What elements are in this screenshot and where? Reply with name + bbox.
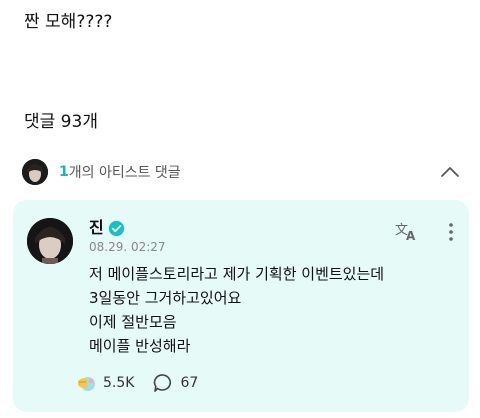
artist-name[interactable]: 진 — [89, 218, 104, 238]
translate-icon[interactable]: 文 A — [395, 220, 419, 242]
svg-text:A: A — [406, 229, 416, 242]
reply-count: 67 — [180, 375, 199, 391]
artist-comments-label: 1 개의 아티스트 댓글 — [59, 162, 181, 182]
chevron-up-icon[interactable] — [438, 160, 462, 184]
comment-actions: 5.5K 67 — [75, 372, 216, 394]
verified-badge-icon — [108, 220, 124, 236]
comment-line: 메이플 반성해라 — [89, 337, 191, 355]
comment-line: 3일동안 그거하고있어요 — [89, 289, 242, 307]
like-reaction-icon — [78, 377, 95, 391]
comment-line: 이제 절반모음 — [89, 313, 177, 331]
comment-line: 저 메이플스토리라고 제가 기획한 이벤트있는데 — [89, 265, 385, 283]
comment-timestamp: 08.29. 02:27 — [89, 240, 166, 254]
more-vertical-icon[interactable] — [447, 222, 455, 242]
like-count: 5.5K — [103, 375, 135, 391]
artist-comment-card: 진 08.29. 02:27 文 A 저 메이플스토리라고 제가 기획한 이벤트… — [13, 200, 469, 412]
like-button[interactable]: 5.5K — [75, 372, 134, 394]
section-divider — [0, 74, 480, 86]
post-text: 짠 모해???? — [24, 12, 113, 32]
artist-comments-toggle[interactable]: 1 개의 아티스트 댓글 — [22, 158, 462, 186]
reply-bubble-icon — [154, 374, 172, 392]
artist-comments-count: 1 — [59, 164, 69, 180]
comment-body: 저 메이플스토리라고 제가 기획한 이벤트있는데 3일동안 그거하고있어요 이제… — [89, 262, 384, 358]
artist-comments-text: 개의 아티스트 댓글 — [68, 165, 181, 181]
artist-mini-avatar — [22, 159, 48, 185]
comments-count-header: 댓글 93개 — [24, 112, 98, 132]
artist-avatar[interactable] — [27, 218, 73, 264]
reply-button[interactable]: 67 — [152, 372, 198, 394]
artist-name-row: 진 — [89, 218, 125, 238]
